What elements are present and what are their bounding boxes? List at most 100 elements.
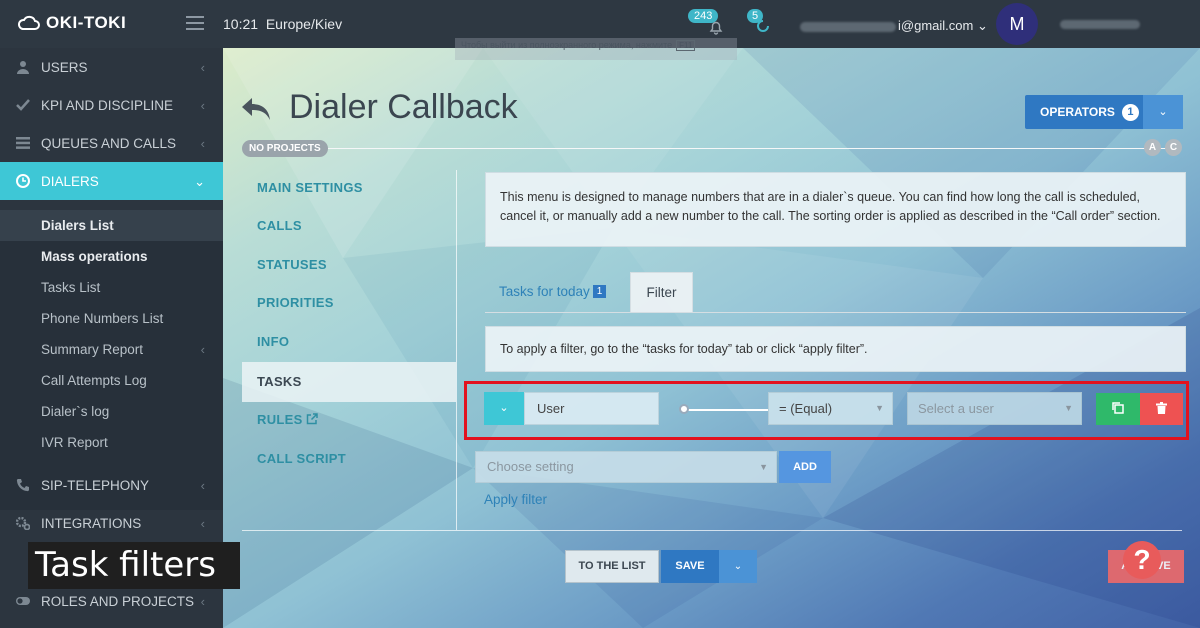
- sidebar-item-label: USERS: [41, 59, 88, 75]
- refresh-icon[interactable]: [755, 18, 771, 34]
- overlay-caption: Task filters: [28, 542, 240, 589]
- sidebar-item-label: ROLES AND PROJECTS: [41, 593, 195, 609]
- menu-toggle-icon[interactable]: [186, 16, 204, 30]
- add-button[interactable]: ADD: [779, 451, 831, 483]
- help-icon[interactable]: ?: [1123, 541, 1161, 579]
- projects-line: [251, 148, 1169, 149]
- main-content: Dialer Callback OPERATORS 1 ⌄ NO PROJECT…: [223, 48, 1200, 628]
- copy-icon: [1112, 402, 1124, 414]
- user-select-placeholder: Select a user: [918, 401, 994, 416]
- chevron-down-icon[interactable]: ⌄: [484, 392, 524, 425]
- list-icon: [16, 137, 30, 149]
- sidebar-item-sip[interactable]: SIP-TELEPHONY ‹: [0, 466, 223, 504]
- phone-icon: [16, 479, 29, 492]
- page-title: Dialer Callback: [289, 88, 518, 126]
- external-link-icon: [307, 413, 319, 425]
- tab-tasks[interactable]: TASKS: [242, 362, 456, 402]
- toggle-icon: [16, 597, 30, 605]
- clock: 10:21 Europe/Kiev: [223, 16, 342, 32]
- submenu-item-summary-report[interactable]: Summary Report ‹: [0, 334, 223, 365]
- sidebar-item-dialers[interactable]: DIALERS ⌄: [0, 162, 223, 200]
- tab-tasks-for-today[interactable]: Tasks for today 1: [499, 284, 607, 299]
- sidebar-item-queues[interactable]: QUEUES AND CALLS ‹: [0, 124, 223, 162]
- chevron-left-icon: ‹: [200, 594, 205, 609]
- project-a-badge[interactable]: A: [1144, 139, 1161, 156]
- sidebar-item-kpi[interactable]: KPI AND DISCIPLINE ‹: [0, 86, 223, 124]
- connector-line: [683, 409, 768, 411]
- chevron-down-icon[interactable]: ⌄: [719, 550, 757, 583]
- tab-rules[interactable]: RULES: [242, 400, 456, 440]
- submenu-item-mass-operations[interactable]: Mass operations: [0, 241, 223, 272]
- sidebar-item-label: INTEGRATIONS: [41, 515, 142, 531]
- tab-main-settings[interactable]: MAIN SETTINGS: [242, 168, 456, 208]
- chevron-left-icon: ‹: [200, 478, 205, 493]
- tab-statuses[interactable]: STATUSES: [242, 245, 456, 285]
- apply-filter-link[interactable]: Apply filter: [484, 492, 547, 507]
- chevron-down-icon[interactable]: ⌄: [1143, 95, 1183, 129]
- submenu-item-dialers-list[interactable]: Dialers List: [0, 210, 223, 241]
- tab-filter[interactable]: Filter: [630, 272, 693, 312]
- submenu-item-tasks-list[interactable]: Tasks List: [0, 272, 223, 303]
- tab-today-count-badge: 1: [592, 285, 607, 298]
- bell-icon[interactable]: [708, 19, 724, 35]
- cloud-icon: [18, 15, 40, 30]
- user-icon: [17, 61, 29, 74]
- sidebar-item-label: KPI AND DISCIPLINE: [41, 97, 174, 113]
- tab-info[interactable]: INFO: [242, 322, 456, 362]
- operators-label: OPERATORS: [1040, 105, 1115, 119]
- hint-key: F11: [676, 40, 696, 51]
- save-button[interactable]: SAVE: [661, 550, 719, 583]
- tab-calls[interactable]: CALLS: [242, 206, 456, 246]
- project-c-badge[interactable]: C: [1165, 139, 1182, 156]
- sidebar-item-users[interactable]: USERS ‹: [0, 48, 223, 86]
- clock-icon: [16, 174, 30, 188]
- dialers-submenu: Dialers List Mass operations Tasks List …: [0, 210, 223, 510]
- sidebar-item-label: SIP-TELEPHONY: [41, 477, 150, 493]
- sidebar-item-integrations[interactable]: INTEGRATIONS ‹: [0, 504, 223, 542]
- tabs-underline: [485, 312, 1186, 313]
- connector-dot: [679, 404, 689, 414]
- tab-priorities[interactable]: PRIORITIES: [242, 283, 456, 323]
- check-icon: [16, 99, 30, 111]
- tab-call-script[interactable]: CALL SCRIPT: [242, 439, 456, 479]
- sidebar-item-label: QUEUES AND CALLS: [41, 135, 177, 151]
- choose-setting-placeholder: Choose setting: [487, 459, 574, 474]
- username-blur: [1060, 20, 1140, 29]
- user-select[interactable]: Select a user ▼: [907, 392, 1082, 425]
- sidebar-item-label: DIALERS: [41, 173, 99, 189]
- back-arrow-icon[interactable]: [240, 96, 272, 122]
- apply-filter-hint: To apply a filter, go to the “tasks for …: [485, 326, 1186, 372]
- app-logo[interactable]: OKI-TOKI: [18, 13, 126, 33]
- avatar[interactable]: M: [996, 3, 1038, 45]
- chevron-down-icon: ⌄: [194, 174, 205, 189]
- condition-select[interactable]: = (Equal) ▼: [768, 392, 893, 425]
- caret-down-icon: ▼: [875, 403, 884, 413]
- delete-filter-button[interactable]: [1140, 393, 1183, 425]
- account-email[interactable]: i@gmail.com ⌄: [800, 18, 988, 34]
- caret-down-icon: ▼: [1064, 403, 1073, 413]
- logo-text: OKI-TOKI: [46, 13, 127, 32]
- copy-filter-button[interactable]: [1096, 393, 1140, 425]
- trash-icon: [1156, 402, 1167, 414]
- email-blur: [800, 21, 896, 32]
- to-the-list-button[interactable]: TO THE LIST: [565, 550, 659, 583]
- filter-field-user[interactable]: User: [524, 392, 659, 425]
- no-projects-badge[interactable]: NO PROJECTS: [242, 140, 328, 157]
- chevron-left-icon: ‹: [200, 136, 205, 151]
- chevron-left-icon: ‹: [200, 342, 205, 357]
- hint-text: Чтобы выйти из полноэкранного режима, на…: [461, 40, 673, 50]
- submenu-item-dialers-log[interactable]: Dialer`s log: [0, 396, 223, 427]
- vertical-divider: [456, 170, 457, 530]
- operators-button[interactable]: OPERATORS 1 ⌄: [1025, 95, 1183, 129]
- chevron-left-icon: ‹: [200, 98, 205, 113]
- submenu-item-ivr-report[interactable]: IVR Report: [0, 427, 223, 458]
- tab-rules-label: RULES: [257, 412, 303, 427]
- chevron-left-icon: ‹: [200, 60, 205, 75]
- choose-setting-select[interactable]: Choose setting ▼: [475, 451, 777, 483]
- info-panel: This menu is designed to manage numbers …: [485, 172, 1186, 247]
- gears-icon: [16, 516, 30, 530]
- submenu-item-phone-numbers[interactable]: Phone Numbers List: [0, 303, 223, 334]
- footer-divider: [242, 530, 1182, 531]
- submenu-item-call-attempts[interactable]: Call Attempts Log: [0, 365, 223, 396]
- caret-down-icon: ▼: [759, 462, 768, 472]
